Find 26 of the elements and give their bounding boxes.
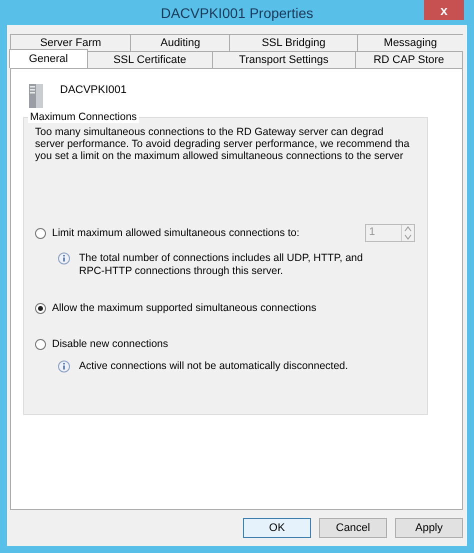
info-icon — [57, 252, 71, 266]
info-icon — [57, 360, 71, 374]
info-text: Active connections will not be automatically disconnected. — [79, 360, 348, 373]
dialog-button[interactable]: Apply — [395, 518, 463, 538]
tab[interactable]: RD CAP Store — [354, 51, 463, 68]
radio-button[interactable] — [35, 338, 46, 350]
radio-option[interactable]: Disable new connections — [35, 338, 168, 350]
tab[interactable]: Transport Settings — [212, 51, 356, 68]
close-button[interactable]: x — [424, 0, 464, 20]
radio-button[interactable] — [35, 228, 46, 238]
dialog-button[interactable]: OK — [243, 518, 311, 538]
tab[interactable]: Messaging — [356, 34, 463, 51]
group-title: Maximum Connections — [28, 111, 139, 123]
tab[interactable]: Server Farm — [10, 34, 130, 51]
tab[interactable]: Auditing — [130, 34, 230, 51]
description-text: Too many simultaneous connections to the RD Gateway server can degrad server performance. To avoid degrading server performance, we recommend tha you set a limit on the maximum allowed simultaneous connections to the server — [35, 126, 410, 162]
window-title: DACVPKI001 Properties — [160, 4, 314, 20]
radio-option[interactable]: Limit maximum allowed simultaneous connections to: — [35, 227, 300, 239]
server-name: DACVPKI001 — [60, 84, 127, 96]
radio-button[interactable] — [35, 302, 46, 314]
server-icon — [28, 83, 44, 109]
tab[interactable]: General — [9, 49, 88, 68]
radio-option[interactable]: Allow the maximum supported simultaneous connections — [35, 302, 316, 314]
info-text: The total number of connections includes all UDP, HTTP, and RPC-HTTP connections through this server. — [79, 252, 363, 278]
tab[interactable]: SSL Bridging — [229, 34, 357, 51]
dialog-button[interactable]: Cancel — [319, 518, 387, 538]
